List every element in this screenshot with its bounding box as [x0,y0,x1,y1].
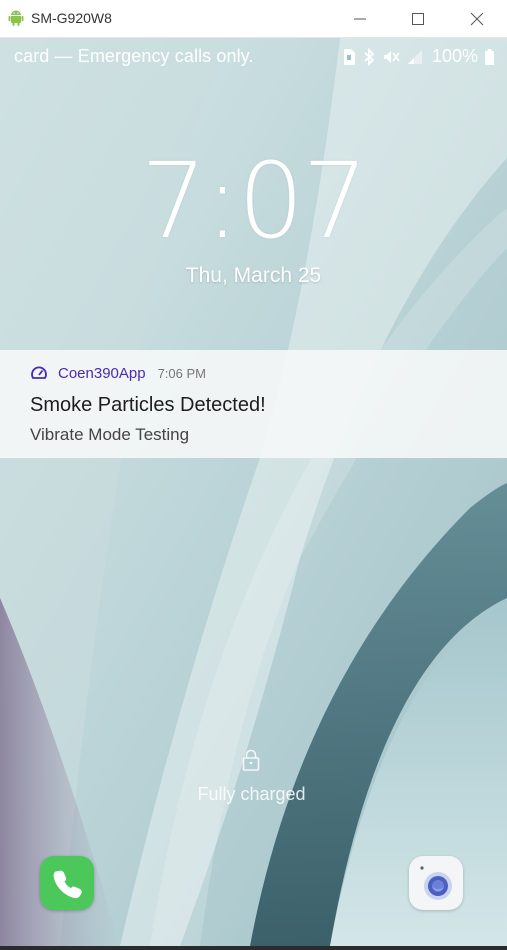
status-bar[interactable]: card — Emergency calls only. 100% [0,38,507,74]
mute-icon [383,50,400,63]
window-bottom-border [0,946,507,950]
notification-time: 7:06 PM [157,365,206,381]
minimize-button[interactable] [331,0,389,38]
window-titlebar: SM-G920W8 [0,0,507,38]
maximize-button[interactable] [389,0,447,38]
bluetooth-icon [364,47,375,66]
phone-lockscreen[interactable]: card — Emergency calls only. 100% 7:07 T… [0,38,507,946]
battery-icon [485,48,494,65]
notification-app-name: Coen390App [58,364,146,382]
android-icon [8,10,24,26]
close-icon [470,12,484,26]
lockscreen-date: Thu, March 25 [185,264,322,287]
battery-percent: 100% [431,46,478,66]
speedometer-icon [31,366,47,379]
camera-icon [420,866,452,900]
signal-icon [407,49,422,64]
carrier-text: card — Emergency calls only. [14,46,254,66]
sim-icon [343,48,355,65]
notification-title: Smoke Particles Detected! [30,394,266,416]
phone-shortcut-button[interactable] [40,856,94,910]
status-icons: 100% [342,46,495,67]
lock-icon [242,749,260,771]
notification-header: Coen390App 7:06 PM [30,364,206,382]
close-button[interactable] [448,0,506,38]
camera-shortcut-button[interactable] [409,856,463,910]
window-title: SM-G920W8 [31,10,112,26]
maximize-icon [412,13,424,25]
lockscreen-clock: 7:07 [140,140,369,262]
notification-card[interactable]: Coen390App 7:06 PM Smoke Particles Detec… [0,350,507,458]
notification-body: Vibrate Mode Testing [30,425,190,444]
charge-status: Fully charged [197,784,306,804]
phone-icon [53,870,82,899]
minimize-icon [354,18,366,20]
